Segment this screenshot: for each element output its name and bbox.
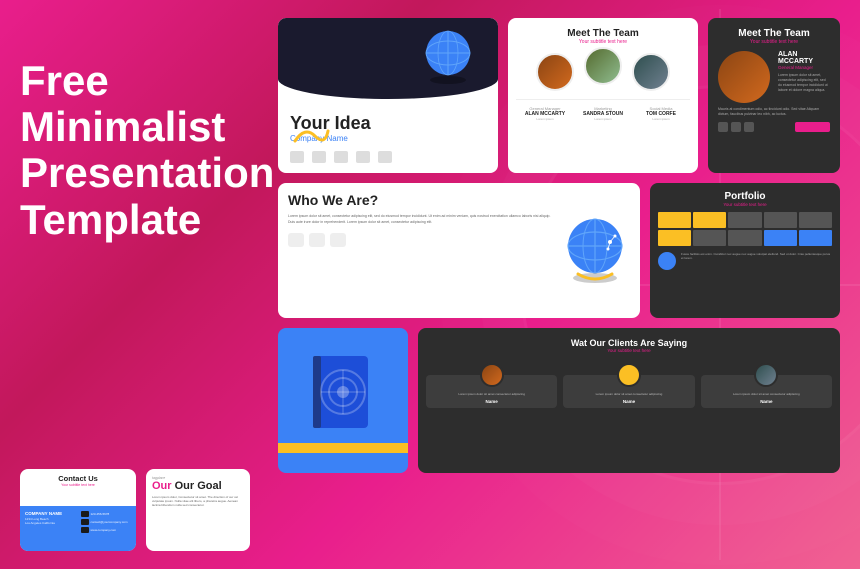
s9-avatar3	[754, 363, 778, 387]
s3-social-ig	[731, 122, 741, 132]
s7-title: Our Our Goal	[152, 481, 244, 492]
s5-cell8	[728, 230, 761, 246]
s6-address2: Los Angeles California	[25, 521, 76, 525]
s4-globe-icon	[560, 214, 630, 284]
s4-icon1	[288, 233, 304, 247]
s3-avatar	[718, 51, 770, 103]
s9-subtitle: Your subtitle text here	[426, 348, 832, 353]
title-line1: Free Minimalist	[20, 57, 225, 150]
s3-member-role: General Manager	[778, 65, 830, 70]
slide-meet-team-light[interactable]: Meet The Team Your subtitle text here Ge…	[508, 18, 698, 173]
bottom-row: Wat Our Clients Are Saying Your subtitle…	[278, 328, 840, 473]
s4-icon2	[309, 233, 325, 247]
slide-book-visual[interactable]	[278, 328, 408, 473]
s6-email-icon	[81, 519, 89, 525]
title-area: Free Minimalist Presentation Template	[20, 18, 260, 263]
s3-social-li	[744, 122, 754, 132]
slide-clients-say[interactable]: Wat Our Clients Are Saying Your subtitle…	[418, 328, 840, 473]
s5-cell6	[658, 230, 691, 246]
s6-web-icon	[81, 527, 89, 533]
s3-social-fb	[718, 122, 728, 132]
s5-avatar	[658, 252, 676, 270]
slide-our-goal[interactable]: tagplace Our Our Goal Lorem ipsum dolor,…	[146, 469, 250, 551]
s5-desc: Fusce facilisis est enim. Curabitur nec …	[681, 252, 832, 260]
s6-email: contact@yourcompany.com	[91, 520, 128, 524]
s3-subtitle: Your subtitle text here	[718, 39, 830, 45]
slide-your-idea[interactable]: Your Idea Company Name	[278, 18, 498, 173]
s1-icon4	[356, 151, 370, 163]
s2-avatar2	[584, 47, 622, 85]
s9-name3: Name	[705, 399, 828, 404]
s7-desc: Lorem ipsum dolor, Consectetur sit amet.…	[152, 495, 244, 508]
top-row: Your Idea Company Name Meet The Team You…	[278, 18, 840, 173]
s9-avatar2	[617, 363, 641, 387]
globe-icon	[418, 28, 478, 88]
s6-phone-icon	[81, 511, 89, 517]
slide-who-we-are[interactable]: Who We Are? Lorem ipsum dolor sit amet, …	[278, 183, 640, 318]
s4-title: Who We Are?	[288, 192, 378, 208]
title-line2: Presentation	[20, 149, 274, 196]
s9-text1: Lorem ipsum dolor sit amet consectetur a…	[430, 392, 553, 396]
s1-icon5	[378, 151, 392, 163]
title-line3: Template	[20, 196, 201, 243]
s3-cta-btn[interactable]	[795, 122, 830, 132]
slide-meet-team-dark[interactable]: Meet The Team Your subtitle text here AL…	[708, 18, 840, 173]
s5-cell3	[728, 212, 761, 228]
s9-avatar1	[480, 363, 504, 387]
main-title: Free Minimalist Presentation Template	[20, 28, 260, 263]
slide-portfolio[interactable]: Portfolio Your subtitle text here	[650, 183, 840, 318]
main-wrapper: Free Minimalist Presentation Template Co…	[0, 0, 860, 569]
s9-card3: Lorem ipsum dolor sit amet consectetur a…	[701, 375, 832, 408]
s9-title: Wat Our Clients Are Saying	[426, 338, 832, 348]
s4-desc: Lorem ipsum dolor sit amet, consectetur …	[288, 214, 552, 225]
s3-member-name: ALAN MCCARTY	[778, 51, 830, 65]
s5-cell1	[658, 212, 691, 228]
s9-card2: Lorem ipsum dolor sit amet consectetur a…	[563, 375, 694, 408]
s2-title: Meet The Team	[516, 28, 690, 39]
s5-cell4	[764, 212, 797, 228]
s1-icon3	[334, 151, 348, 163]
slide-contact-us[interactable]: Contact Us Your subtitle text here COMPA…	[20, 469, 136, 551]
s9-name2: Name	[567, 399, 690, 404]
s1-icon2	[312, 151, 326, 163]
s4-icon3	[330, 233, 346, 247]
s9-name1: Name	[430, 399, 553, 404]
s3-desc2: Mauris at condimentum odio, ac tincidunt…	[718, 107, 830, 117]
s5-cell2	[693, 212, 726, 228]
s6-phone: 123-456-5678	[91, 512, 110, 516]
s5-cell10	[799, 230, 832, 246]
s5-title: Portfolio	[658, 191, 832, 202]
s6-website: www.company.com	[91, 528, 117, 532]
s6-company-name: COMPANY NAME	[25, 511, 76, 516]
s8-book-icon	[303, 351, 383, 446]
s5-subtitle: Your subtitle text here	[658, 202, 832, 207]
middle-row: Who We Are? Lorem ipsum dolor sit amet, …	[278, 183, 840, 318]
slide6-subtitle: Your subtitle text here	[25, 483, 131, 487]
yellow-curve-icon	[290, 126, 330, 146]
s9-card1: Lorem ipsum dolor sit amet consectetur a…	[426, 375, 557, 408]
s2-subtitle: Your subtitle text here	[516, 39, 690, 45]
right-panel: Your Idea Company Name Meet The Team You…	[278, 18, 840, 551]
slide6-title: Contact Us	[25, 474, 131, 483]
s2-avatar3	[632, 53, 670, 91]
s5-cell5	[799, 212, 832, 228]
s5-cell9	[764, 230, 797, 246]
s2-avatar1	[536, 53, 574, 91]
left-panel: Free Minimalist Presentation Template Co…	[20, 18, 260, 551]
s9-text2: Lorem ipsum dolor sit amet consectetur a…	[567, 392, 690, 396]
s5-cell7	[693, 230, 726, 246]
s1-icon1	[290, 151, 304, 163]
s9-text3: Lorem ipsum dolor sit amet consectetur a…	[705, 392, 828, 396]
s3-title: Meet The Team	[718, 28, 830, 39]
bottom-left-slides: Contact Us Your subtitle text here COMPA…	[20, 469, 260, 551]
s3-member-desc: Lorem ipsum dolor sit amet, consectetur …	[778, 73, 830, 93]
